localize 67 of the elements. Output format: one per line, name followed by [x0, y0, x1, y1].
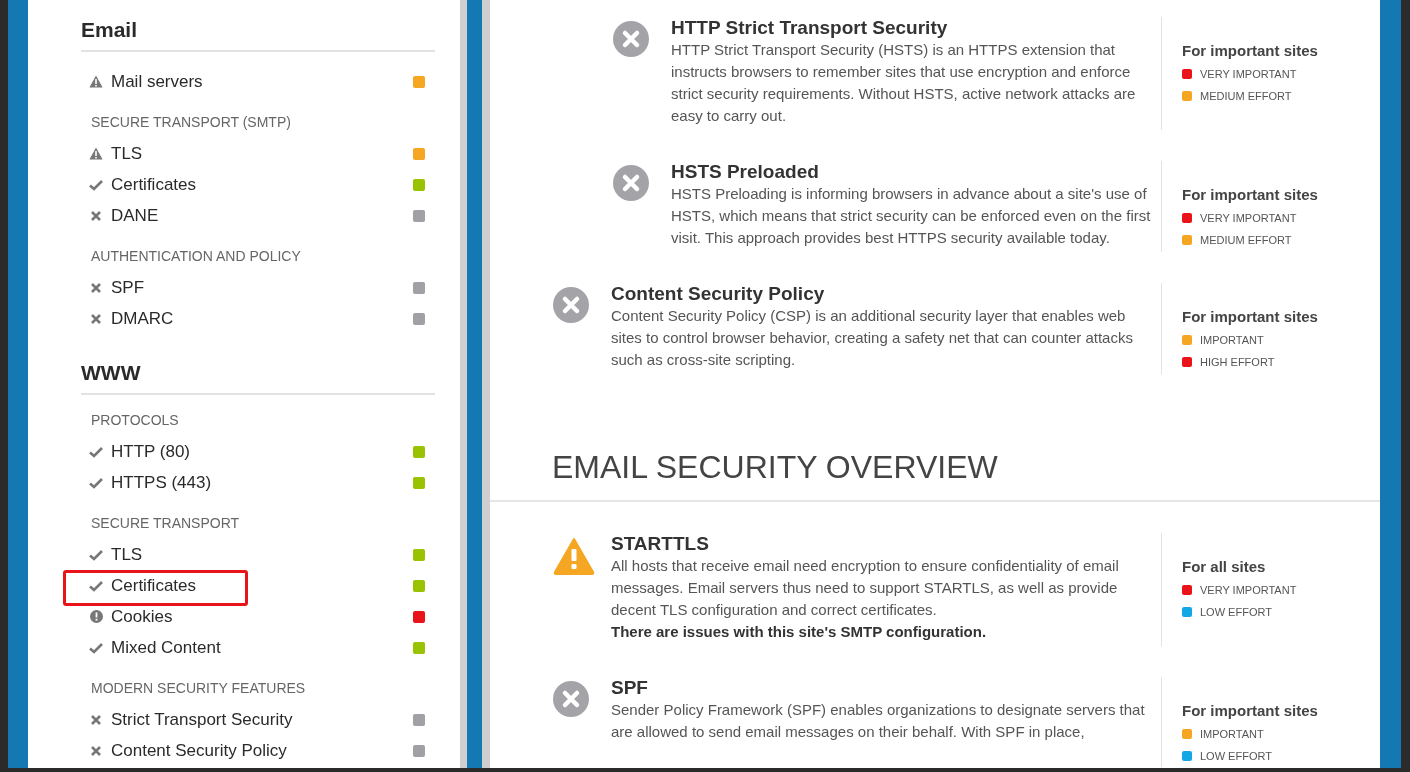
cross-icon [89, 744, 103, 757]
nav-link[interactable]: Certificates [111, 171, 413, 198]
nav-link[interactable]: Mixed Content [111, 634, 413, 661]
check-icon [89, 476, 103, 489]
group-label: AUTHENTICATION AND POLICY [90, 247, 302, 266]
cross-icon [89, 312, 103, 325]
check-icon [89, 445, 103, 458]
cross-icon [89, 209, 103, 222]
group-label: PROTOCOLS [90, 411, 180, 430]
error-icon [553, 287, 589, 323]
warning-icon [89, 75, 103, 88]
item-description: Content Security Policy (CSP) is an additional security layer that enables web sites to control browser behavior, creating a safety net that can counter attacks such as cross-site scripting. [611, 306, 1134, 370]
item-title: SPF [611, 677, 649, 699]
tag-label: IMPORTANT [1200, 332, 1264, 348]
check-icon [89, 641, 103, 654]
tag-label: MEDIUM EFFORT [1200, 88, 1292, 104]
section-heading: Email [81, 18, 435, 52]
nav-link[interactable]: TLS [111, 140, 413, 167]
error-icon [553, 681, 589, 717]
nav-link[interactable]: DANE [111, 202, 413, 229]
tag-label: LOW EFFORT [1200, 748, 1272, 764]
audience-label: For all sites [1182, 557, 1267, 577]
item-description: Sender Policy Framework (SPF) enables organizations to designate servers that are allowed to send email messages on their behalf. With SPF in place, [611, 700, 1146, 742]
check-icon [89, 178, 103, 191]
section-heading: WWW [81, 361, 435, 395]
audience-label: For important sites [1182, 701, 1319, 721]
nav-link[interactable]: Cookies [111, 603, 413, 630]
tag-label: VERY IMPORTANT [1200, 66, 1297, 82]
item-description: HTTP Strict Transport Security (HSTS) is an HTTPS extension that instructs browsers to remember sites that use encryption and enforce strict security requirements. Without HSTS, active network attacks are easy to carry out. [671, 40, 1137, 126]
nav-link[interactable]: TLS [111, 541, 413, 568]
nav-link[interactable]: HTTPS (443) [111, 469, 413, 496]
nav-link[interactable]: DMARC [111, 305, 413, 332]
item-title: HSTS Preloaded [671, 161, 820, 183]
tag-label: VERY IMPORTANT [1200, 210, 1297, 226]
group-label: SECURE TRANSPORT (SMTP) [90, 113, 292, 132]
item-title: Content Security Policy [611, 283, 826, 305]
audience-label: For important sites [1182, 41, 1319, 61]
item-title: HTTP Strict Transport Security [671, 17, 949, 39]
error-icon [613, 21, 649, 57]
warning-icon [553, 537, 595, 575]
tag-label: VERY IMPORTANT [1200, 582, 1297, 598]
nav-link[interactable]: HTTP (80) [111, 438, 413, 465]
item-description: All hosts that receive email need encryption to ensure confidentiality of email messages. Email servers thus need to support STARTLS, as well as provide decent TLS configuration and correct certificates. [611, 556, 1120, 620]
nav-link[interactable]: Certificates [111, 572, 413, 599]
nav-link[interactable]: Strict Transport Security [111, 706, 413, 733]
check-icon [89, 579, 103, 592]
tag-label: LOW EFFORT [1200, 604, 1272, 620]
tag-label: MEDIUM EFFORT [1200, 232, 1292, 248]
nav-link[interactable]: SPF [111, 274, 413, 301]
warning-icon [89, 147, 103, 160]
audience-label: For important sites [1182, 185, 1319, 205]
group-label: MODERN SECURITY FEATURES [90, 679, 307, 698]
tag-label: IMPORTANT [1200, 726, 1264, 742]
section-heading: EMAIL SECURITY OVERVIEW [490, 447, 1380, 502]
item-description: HSTS Preloading is informing browsers in advance about a site's use of HSTS, which means that strict security can be enforced even on the first visit. This approach provides best HTTPS security available today. [671, 184, 1151, 248]
item-title: STARTTLS [611, 533, 710, 555]
nav-link[interactable]: Mail servers [111, 68, 413, 95]
check-icon [89, 548, 103, 561]
tag-label: HIGH EFFORT [1200, 354, 1275, 370]
error-icon [613, 165, 649, 201]
cross-icon [89, 713, 103, 726]
nav-link[interactable]: Content Security Policy [111, 737, 413, 764]
group-label: SECURE TRANSPORT [90, 514, 241, 533]
audience-label: For important sites [1182, 307, 1319, 327]
alert-icon [89, 610, 103, 623]
warning-note: There are issues with this site's SMTP configuration. [611, 622, 988, 642]
cross-icon [89, 281, 103, 294]
